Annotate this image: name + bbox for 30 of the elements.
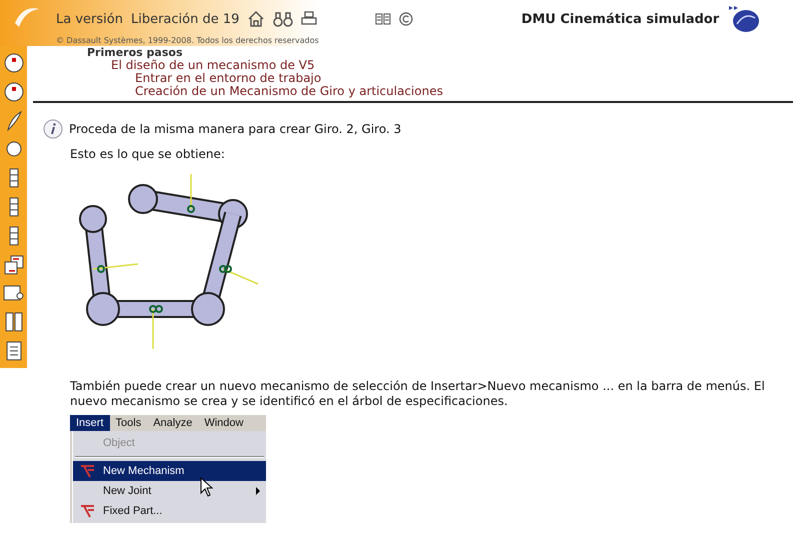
tool-icon [79, 504, 97, 518]
binoculars-icon[interactable] [273, 10, 294, 28]
tool-icon [79, 464, 97, 478]
product-logo-icon [727, 4, 762, 34]
print-icon[interactable] [301, 11, 318, 27]
breadcrumb-link[interactable]: Entrar en el entorno de trabajo [87, 72, 322, 85]
columns-icon[interactable] [2, 311, 24, 334]
breadcrumb-link[interactable]: El diseño de un mecanismo de V5 [87, 59, 315, 72]
home-icon[interactable] [247, 10, 266, 28]
note-text: Proceda de la misma manera para crear Giro. 2, Giro. 3 [69, 122, 402, 136]
exchange-icon[interactable] [2, 254, 24, 276]
result-intro: Esto es lo que se obtiene: [70, 147, 226, 161]
breadcrumb-link[interactable]: Primeros pasos [87, 46, 182, 59]
version-title: La versión [56, 12, 123, 26]
product-title: DMU Cinemática simulador [521, 12, 720, 26]
menu-bar-item[interactable]: Analyze [147, 415, 198, 431]
menu-item[interactable]: New Joint [73, 481, 266, 501]
copyright-icon[interactable] [399, 12, 414, 26]
copyright-text: © Dassault Systèmes, 1999-2008. Todos los derechos reservados [56, 36, 319, 45]
menu-bar-item[interactable]: Insert [70, 415, 110, 431]
menu-item[interactable]: Fixed Part... [73, 501, 266, 521]
book-icon[interactable] [375, 13, 392, 25]
menu-bar-item[interactable]: Tools [110, 415, 148, 431]
info-icon [43, 119, 63, 139]
description-paragraph: También puede crear un nuevo mecanismo de selección de Insertar>Nuevo mecanismo ... en la barra de menús. El nuevo mecanismo se crea y se identificó en el árbol de especificaciones. [70, 379, 766, 409]
release-title: Liberación de 19 [130, 12, 240, 26]
breadcrumb-link[interactable]: Creación de un Mecanismo de Giro y articulaciones [87, 85, 443, 98]
mouse-cursor-icon [200, 477, 214, 497]
menu-item[interactable]: New Mechanism [73, 461, 266, 481]
menu-bar-item[interactable]: Window [198, 415, 250, 431]
